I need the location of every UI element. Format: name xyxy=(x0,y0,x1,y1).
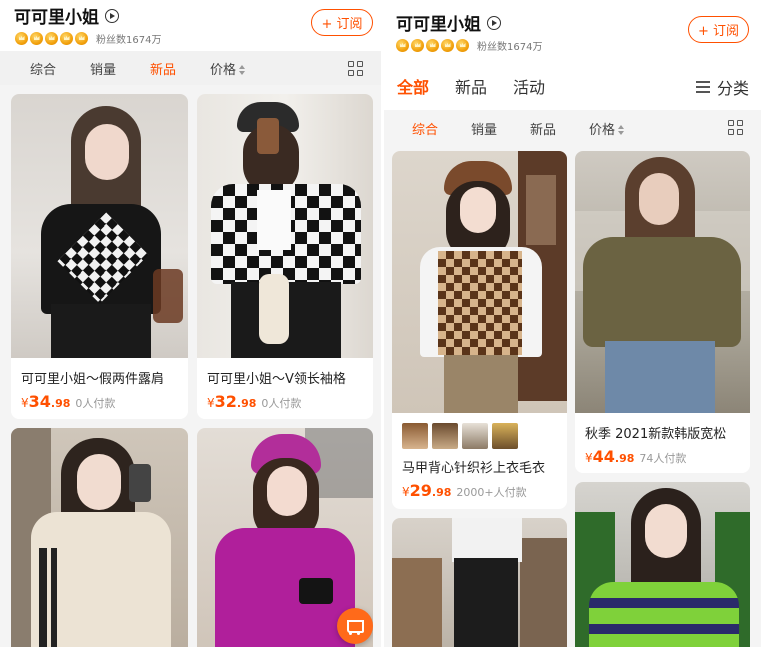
color-thumbnail[interactable] xyxy=(402,423,428,449)
shop-name[interactable]: 可可里小姐 xyxy=(14,3,119,28)
shop-rating: 粉丝数1674万 xyxy=(15,31,161,46)
price-integer: 44 xyxy=(592,447,615,466)
product-image[interactable] xyxy=(11,94,188,358)
shop-name-text: 可可里小姐 xyxy=(14,8,99,28)
price-decimal: .98 xyxy=(50,397,71,410)
crown-icon xyxy=(441,39,454,52)
currency-symbol: ¥ xyxy=(402,485,410,499)
fans-count: 粉丝数1674万 xyxy=(477,42,543,53)
product-card[interactable] xyxy=(11,428,188,647)
shop-name[interactable]: 可可里小姐 xyxy=(396,10,501,35)
crown-icon xyxy=(411,39,424,52)
shop-header: 可可里小姐 粉丝数1674万 + 订阅 xyxy=(384,0,761,62)
product-card[interactable]: 可可里小姐～假两件露肩 ¥34.98 0人付款 xyxy=(11,94,188,419)
sort-tab-price-label: 价格 xyxy=(589,122,616,138)
product-image[interactable] xyxy=(392,151,567,413)
sold-count: 0人付款 xyxy=(261,397,302,410)
crown-icon xyxy=(456,39,469,52)
product-image[interactable] xyxy=(392,518,567,647)
currency-symbol: ¥ xyxy=(585,451,593,465)
product-price: ¥44.98 74人付款 xyxy=(575,447,750,466)
color-thumbnail[interactable] xyxy=(432,423,458,449)
color-thumbnails xyxy=(392,413,567,449)
sort-tab-new[interactable]: 新品 xyxy=(530,119,556,138)
color-thumbnail[interactable] xyxy=(462,423,488,449)
crown-icon xyxy=(426,39,439,52)
fans-count: 粉丝数1674万 xyxy=(96,35,162,46)
sort-tab-comprehensive[interactable]: 综合 xyxy=(30,59,56,78)
product-title: 可可里小姐～假两件露肩 xyxy=(21,372,165,387)
crown-icon xyxy=(45,32,58,45)
product-price: ¥32.98 0人付款 xyxy=(197,392,373,411)
tab-new[interactable]: 新品 xyxy=(455,74,487,98)
grid-view-icon[interactable] xyxy=(728,120,743,135)
color-thumbnail[interactable] xyxy=(492,423,518,449)
info-icon[interactable] xyxy=(487,16,501,30)
subscribe-button[interactable]: + 订阅 xyxy=(688,16,749,43)
shop-rating: 粉丝数1674万 xyxy=(396,38,542,53)
crown-icon xyxy=(60,32,73,45)
tab-events[interactable]: 活动 xyxy=(513,74,545,98)
cart-icon[interactable] xyxy=(337,608,373,644)
shop-header: 可可里小姐 粉丝数1674万 + 订阅 xyxy=(0,0,381,51)
sort-tab-sales[interactable]: 销量 xyxy=(471,119,497,138)
product-title: 秋季 2021新款韩版宽松 xyxy=(585,427,727,442)
sort-tab-new[interactable]: 新品 xyxy=(150,59,176,78)
product-image[interactable] xyxy=(575,482,750,647)
product-price: ¥29.98 2000+人付款 xyxy=(392,481,567,500)
product-card[interactable]: 可可里小姐～V领长袖格 ¥32.98 0人付款 xyxy=(197,94,373,419)
sort-tab-price[interactable]: 价格 xyxy=(210,59,246,78)
sort-tab-price[interactable]: 价格 xyxy=(589,119,625,138)
product-card[interactable] xyxy=(197,428,373,647)
product-card[interactable]: 马甲背心针织衫上衣毛衣 ¥29.98 2000+人付款 xyxy=(392,151,567,509)
right-shop-panel: 可可里小姐 粉丝数1674万 + 订阅 全部 新品 活动 分类 综合 销量 新品… xyxy=(384,0,761,647)
sort-arrows-icon xyxy=(239,65,246,75)
category-button[interactable]: 分类 xyxy=(695,75,749,99)
main-tabs: 全部 新品 活动 分类 xyxy=(384,62,761,110)
currency-symbol: ¥ xyxy=(21,396,29,410)
shop-name-text: 可可里小姐 xyxy=(396,15,481,35)
sold-count: 74人付款 xyxy=(639,452,687,465)
sort-bar: 综合 销量 新品 价格 xyxy=(0,51,381,85)
crown-icon xyxy=(75,32,88,45)
product-price: ¥34.98 0人付款 xyxy=(11,392,188,411)
info-icon[interactable] xyxy=(105,9,119,23)
price-integer: 29 xyxy=(409,481,432,500)
price-decimal: .98 xyxy=(614,452,635,465)
subscribe-button[interactable]: + 订阅 xyxy=(311,9,373,36)
product-image[interactable] xyxy=(197,94,373,358)
crown-icon xyxy=(30,32,43,45)
price-integer: 34 xyxy=(28,392,51,411)
product-card[interactable] xyxy=(392,518,567,647)
product-image[interactable] xyxy=(575,151,750,413)
sort-tab-comprehensive[interactable]: 综合 xyxy=(412,119,438,138)
crown-icon xyxy=(396,39,409,52)
sort-bar: 综合 销量 新品 价格 xyxy=(384,110,761,146)
price-integer: 32 xyxy=(214,392,237,411)
grid-view-icon[interactable] xyxy=(348,61,363,76)
price-decimal: .98 xyxy=(431,486,452,499)
sold-count: 2000+人付款 xyxy=(456,486,527,499)
sort-tab-sales[interactable]: 销量 xyxy=(90,59,116,78)
product-title: 可可里小姐～V领长袖格 xyxy=(207,372,346,387)
left-shop-panel: 可可里小姐 粉丝数1674万 + 订阅 综合 销量 新品 价格 可可里小姐～假两… xyxy=(0,0,381,647)
product-card[interactable] xyxy=(575,482,750,647)
sold-count: 0人付款 xyxy=(75,397,116,410)
currency-symbol: ¥ xyxy=(207,396,215,410)
sort-tab-price-label: 价格 xyxy=(210,62,237,78)
product-card[interactable]: 秋季 2021新款韩版宽松 ¥44.98 74人付款 xyxy=(575,151,750,473)
product-title: 马甲背心针织衫上衣毛衣 xyxy=(402,461,546,476)
list-icon xyxy=(695,81,710,93)
product-image[interactable] xyxy=(11,428,188,647)
tab-all[interactable]: 全部 xyxy=(397,74,429,98)
sort-arrows-icon xyxy=(618,125,625,135)
price-decimal: .98 xyxy=(236,397,257,410)
crown-icon xyxy=(15,32,28,45)
category-label: 分类 xyxy=(716,79,749,98)
